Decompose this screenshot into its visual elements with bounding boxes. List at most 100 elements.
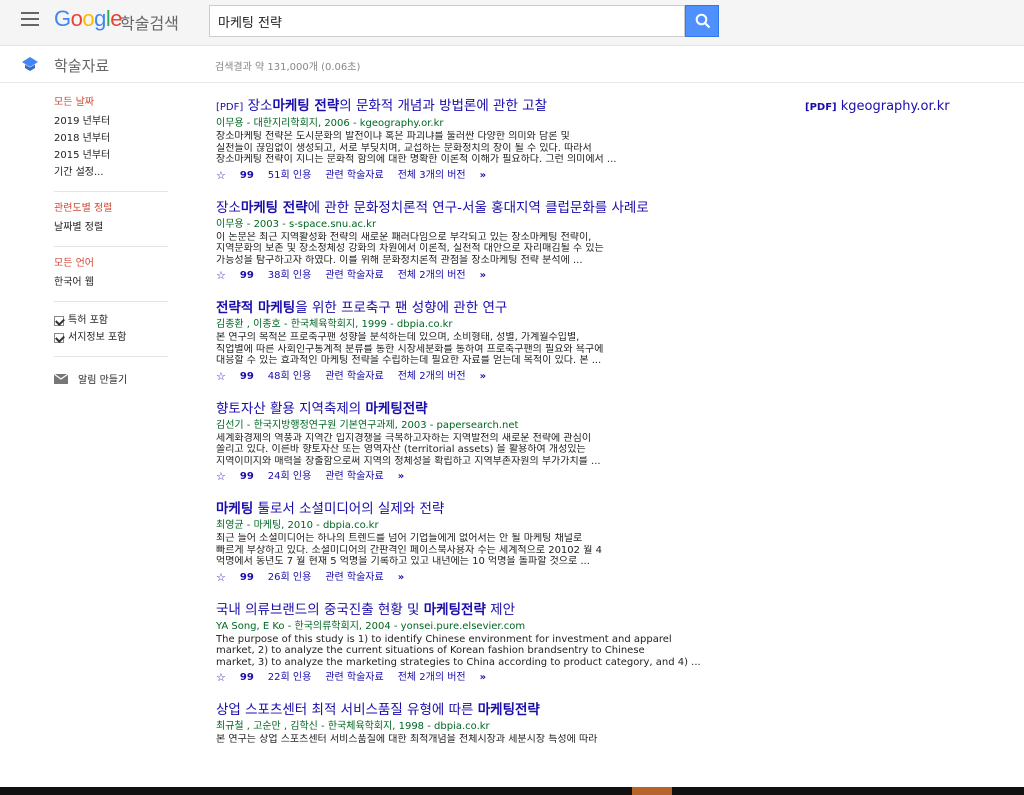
search-field[interactable] — [209, 5, 685, 37]
search-input[interactable] — [210, 6, 684, 36]
cite-quote-icon[interactable]: 99 — [240, 169, 254, 183]
cited-by-link[interactable]: 24회 인용 — [268, 470, 312, 484]
search-button[interactable] — [685, 5, 719, 37]
save-star-icon[interactable]: ☆ — [216, 269, 226, 283]
cited-by-link[interactable]: 26회 인용 — [268, 571, 312, 585]
sort-by-date[interactable]: 날짜별 정렬 — [54, 219, 174, 236]
cite-quote-icon[interactable]: 99 — [240, 269, 254, 283]
result-title-link[interactable]: 전략적 마케팅을 위한 프로축구 팬 성향에 관한 연구 — [216, 299, 776, 318]
result-actions: ☆ 99 51회 인용 관련 학술자료 전체 3개의 버전 » — [216, 169, 776, 183]
result-title-link[interactable]: 국내 의류브랜드의 중국진출 현황 및 마케팅전략 제안 — [216, 601, 776, 620]
related-articles-link[interactable]: 관련 학술자료 — [325, 671, 383, 685]
title-highlight: 마케팅 전략 — [240, 199, 308, 216]
cited-by-link[interactable]: 22회 인용 — [268, 671, 312, 685]
result-snippet-line: 이 논문은 최근 지역활성화 전략의 새로운 패러다임으로 부각되고 있는 장소… — [216, 231, 592, 243]
include-citations-checkbox[interactable]: 서지정보 포함 — [54, 329, 174, 346]
filter-korean-pages[interactable]: 한국어 웹 — [54, 274, 174, 291]
divider — [54, 191, 168, 192]
title-text: 상업 스포츠센터 최적 서비스품질 유형에 따른 — [216, 702, 478, 718]
result-item: 장소마케팅 전략에 관한 문화정치론적 연구-서울 홍대지역 클럽문화를 사례로… — [216, 199, 776, 284]
filter-since-2015[interactable]: 2015 년부터 — [54, 147, 174, 164]
result-item: 마케팅 툴로서 소셜미디어의 실제와 전략 최영균 - 마케팅, 2010 - d… — [216, 500, 776, 585]
cite-quote-icon[interactable]: 99 — [240, 671, 254, 685]
cite-quote-icon[interactable]: 99 — [240, 370, 254, 384]
more-chevron-icon[interactable]: » — [480, 671, 487, 685]
related-articles-link[interactable]: 관련 학술자료 — [325, 470, 383, 484]
title-text: 툴로서 소셜미디어의 실제와 전략 — [253, 501, 445, 517]
all-versions-link[interactable]: 전체 2개의 버전 — [398, 671, 466, 685]
more-chevron-icon[interactable]: » — [480, 169, 487, 183]
result-title-link[interactable]: 장소마케팅 전략에 관한 문화정치론적 연구-서울 홍대지역 클럽문화를 사례로 — [216, 199, 776, 218]
include-patents-checkbox[interactable]: 특허 포함 — [54, 312, 174, 329]
filter-any-time[interactable]: 모든 날짜 — [54, 96, 174, 109]
pdf-tag: [PDF] — [805, 102, 837, 113]
more-chevron-icon[interactable]: » — [398, 470, 405, 484]
result-item: 전략적 마케팅을 위한 프로축구 팬 성향에 관한 연구 김종환 , 이종호 - … — [216, 299, 776, 384]
title-text: 의 문화적 개념과 방법론에 관한 고찰 — [339, 98, 548, 114]
more-chevron-icon[interactable]: » — [480, 269, 487, 283]
save-star-icon[interactable]: ☆ — [216, 470, 226, 484]
result-snippet-line: 대응할 수 있는 효과적인 마케팅 전략을 수립하는데 필요한 자료를 얻는데 … — [216, 355, 602, 366]
filter-custom-range[interactable]: 기간 설정... — [54, 164, 174, 181]
checkbox-checked-icon[interactable] — [54, 332, 64, 343]
search-icon — [695, 13, 711, 29]
result-title-link[interactable]: [PDF] 장소마케팅 전략의 문화적 개념과 방법론에 관한 고찰 — [216, 97, 776, 117]
more-chevron-icon[interactable]: » — [480, 370, 487, 384]
checkbox-checked-icon[interactable] — [54, 315, 64, 326]
result-meta: 김선기 - 한국지방행정연구원 기본연구과제, 2003 - papersear… — [216, 419, 519, 431]
create-alert-link[interactable]: 알림 만들기 — [54, 371, 174, 386]
title-highlight: 마케팅전략 — [477, 702, 540, 718]
result-title-link[interactable]: 향토자산 활용 지역축제의 마케팅전략 — [216, 400, 776, 419]
cited-by-link[interactable]: 48회 인용 — [268, 370, 312, 384]
result-title-link[interactable]: 상업 스포츠센터 최적 서비스품질 유형에 따른 마케팅전략 — [216, 701, 776, 720]
taskbar-strip — [0, 787, 1024, 795]
result-snippet-line: 지역문화의 보존 및 장소정체성 강화의 차원에서 이론적, 실천적 대안으로 … — [216, 243, 604, 254]
title-highlight: 마케팅전략 — [365, 400, 428, 417]
related-articles-link[interactable]: 관련 학술자료 — [325, 269, 383, 283]
save-star-icon[interactable]: ☆ — [216, 571, 226, 585]
google-logo[interactable]: Google — [54, 6, 123, 32]
result-snippet-line: 쏠리고 있다. 이른바 향토자산 또는 영역자산 (territorial as… — [216, 444, 586, 455]
filter-since-2019[interactable]: 2019 년부터 — [54, 113, 174, 130]
result-count: 검색결과 약 131,000개 (0.06초) — [215, 62, 361, 73]
save-star-icon[interactable]: ☆ — [216, 370, 226, 384]
side-pdf-link[interactable]: [PDF] kgeography.or.kr — [805, 99, 950, 114]
pdf-tag: [PDF] — [216, 102, 244, 113]
sort-by-relevance[interactable]: 관련도별 정렬 — [54, 202, 174, 215]
title-highlight: 마케팅전략 — [423, 601, 486, 618]
result-snippet-line: 장소마케팅 전략이 지니는 문화적 함의에 대한 명확한 이론적 이해가 필요하… — [216, 154, 617, 165]
result-meta: YA Song, E Ko - 한국의류학회지, 2004 - yonsei.p… — [216, 620, 526, 632]
scholar-logo-text: 학술검색 — [120, 14, 179, 33]
related-articles-link[interactable]: 관련 학술자료 — [325, 169, 383, 183]
divider — [54, 246, 168, 247]
result-snippet-line: 최근 들어 소셜미디어는 하나의 트렌드를 넘어 기업들에게 없어서는 안 될 … — [216, 533, 583, 544]
filter-any-language[interactable]: 모든 언어 — [54, 257, 174, 270]
divider — [54, 301, 168, 302]
result-actions: ☆ 99 26회 인용 관련 학술자료 » — [216, 571, 776, 585]
result-snippet-line: 빠르게 부상하고 있다. 소셜미디어의 간판격인 페이스북사용자 수는 세계적으… — [216, 544, 602, 556]
more-chevron-icon[interactable]: » — [398, 571, 405, 585]
top-bar: Google 학술검색 — [0, 0, 1024, 46]
result-item: 향토자산 활용 지역축제의 마케팅전략 김선기 - 한국지방행정연구원 기본연구과… — [216, 400, 776, 485]
save-star-icon[interactable]: ☆ — [216, 169, 226, 183]
taskbar-segment — [632, 787, 672, 795]
all-versions-link[interactable]: 전체 3개의 버전 — [398, 169, 466, 183]
related-articles-link[interactable]: 관련 학술자료 — [325, 370, 383, 384]
filter-since-2018[interactable]: 2018 년부터 — [54, 130, 174, 147]
result-actions: ☆ 99 48회 인용 관련 학술자료 전체 2개의 버전 » — [216, 370, 776, 384]
result-snippet-line: 가능성을 탐구하고자 하였다. 이를 위해 문화정치론적 관점을 장소마케팅 전… — [216, 254, 583, 266]
result-snippet-line: The purpose of this study is 1) to ident… — [216, 633, 672, 645]
title-highlight: 마케팅 — [216, 501, 254, 517]
result-title-link[interactable]: 마케팅 툴로서 소셜미디어의 실제와 전략 — [216, 500, 776, 519]
hamburger-menu-icon[interactable] — [21, 12, 39, 26]
cite-quote-icon[interactable]: 99 — [240, 571, 254, 585]
all-versions-link[interactable]: 전체 2개의 버전 — [398, 269, 466, 283]
cited-by-link[interactable]: 38회 인용 — [268, 269, 312, 283]
result-snippet-line: 지역이미지와 매력을 창출함으로써 지역의 정체성을 확립하고 지역부존자원의 … — [216, 455, 601, 467]
save-star-icon[interactable]: ☆ — [216, 671, 226, 685]
related-articles-link[interactable]: 관련 학술자료 — [325, 571, 383, 585]
cited-by-link[interactable]: 51회 인용 — [268, 169, 312, 183]
all-versions-link[interactable]: 전체 2개의 버전 — [398, 370, 466, 384]
result-snippet-line: 실천들이 끊임없이 생성되고, 서로 부딪치며, 교섭하는 문화정치의 장이 될… — [216, 142, 592, 154]
cite-quote-icon[interactable]: 99 — [240, 470, 254, 484]
